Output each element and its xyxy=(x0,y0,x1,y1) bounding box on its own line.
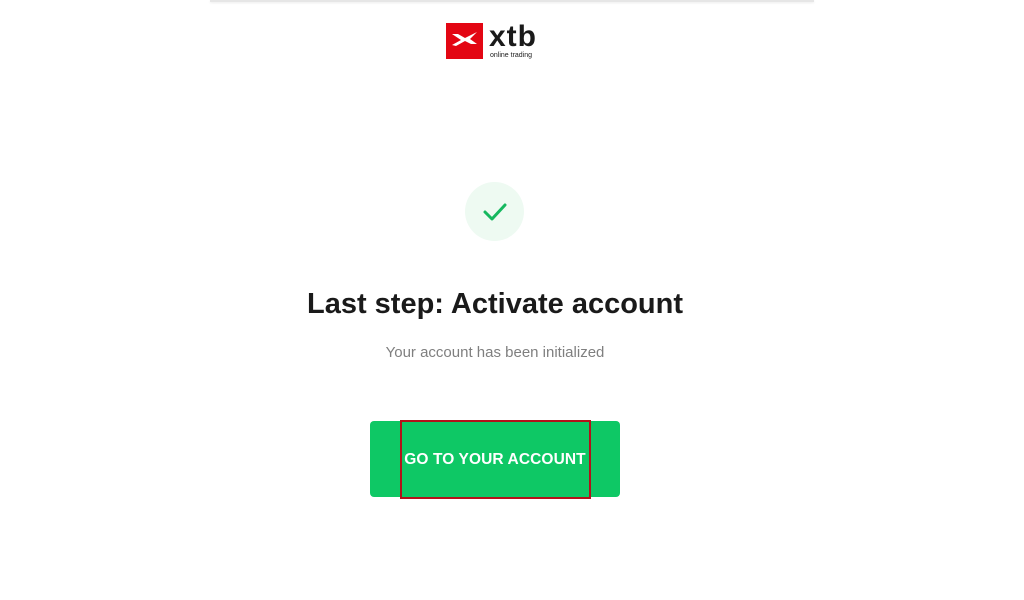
logo-tagline: online trading xyxy=(490,52,533,59)
xtb-logo-mark-icon xyxy=(446,23,483,59)
logo-text: xtb online trading xyxy=(489,20,537,60)
page: xtb online trading Last step: Activate a… xyxy=(0,0,1024,600)
success-badge xyxy=(465,182,524,241)
header-divider xyxy=(210,0,814,2)
page-subtitle: Your account has been initialized xyxy=(385,344,605,361)
go-to-account-label: GO TO YOUR ACCOUNT xyxy=(404,451,586,468)
checkmark-icon xyxy=(483,203,506,220)
xtb-logo[interactable]: xtb online trading xyxy=(446,20,537,60)
logo-wordmark: xtb xyxy=(489,20,537,53)
go-to-account-button[interactable]: GO TO YOUR ACCOUNT xyxy=(370,421,620,497)
page-title: Last step: Activate account xyxy=(306,288,684,320)
